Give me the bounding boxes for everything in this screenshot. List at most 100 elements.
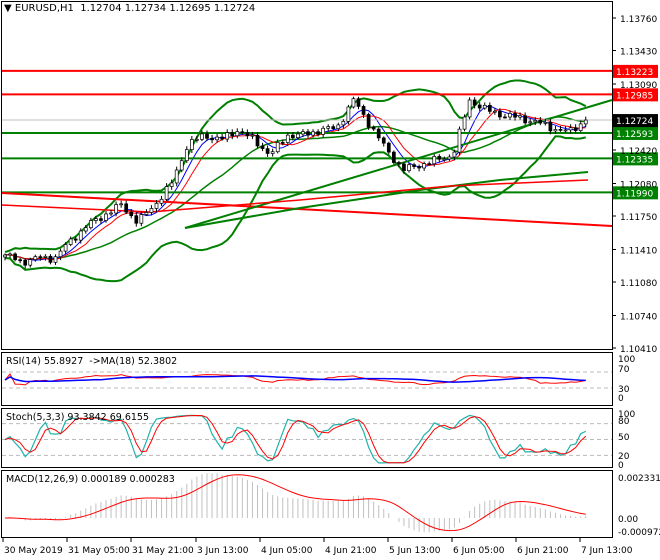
bull-candle xyxy=(462,116,467,130)
bull-candle xyxy=(225,132,230,140)
bull-candle xyxy=(422,163,426,169)
bear-candle xyxy=(73,238,78,241)
bull-candle xyxy=(341,121,346,126)
current-price-tag-text: 1.12724 xyxy=(616,117,653,127)
price-tick-label: 1.11080 xyxy=(620,279,657,289)
bull-candle xyxy=(195,138,199,141)
bear-candle xyxy=(356,98,361,107)
price-tick-label: 1.11410 xyxy=(620,246,657,256)
bear-candle xyxy=(371,126,376,130)
macd-tick-label: 0.002331 xyxy=(618,474,660,484)
bear-candle xyxy=(210,137,214,141)
bull-candle xyxy=(174,169,179,184)
stoch-tick-label: 50 xyxy=(618,433,630,443)
bull-candle xyxy=(275,142,280,153)
bear-candle xyxy=(38,256,43,259)
bull-candle xyxy=(432,156,437,165)
price-level-tag-text: 1.11990 xyxy=(616,189,653,199)
macd-label: MACD(12,26,9) 0.000189 0.000283 xyxy=(6,474,175,485)
bear-candle xyxy=(513,113,517,118)
bull-candle xyxy=(563,129,568,132)
stoch-tick-label: 0 xyxy=(618,461,624,471)
bull-candle xyxy=(285,134,290,143)
bull-candle xyxy=(568,127,573,131)
bull-candle xyxy=(83,227,88,232)
bull-candle xyxy=(119,203,124,206)
bear-candle xyxy=(48,255,53,263)
bear-candle xyxy=(402,163,406,172)
price-tick-label: 1.13090 xyxy=(620,81,657,91)
bull-candle xyxy=(184,149,189,162)
time-tick-label: 6 Jun 05:00 xyxy=(453,546,505,556)
bear-candle xyxy=(392,151,396,163)
bull-candle xyxy=(543,122,548,124)
bull-candle xyxy=(270,151,275,154)
time-tick-label: 5 Jun 13:00 xyxy=(389,546,441,556)
bear-candle xyxy=(205,133,209,139)
price-level-tag-text: 1.12985 xyxy=(616,91,653,101)
time-tick-label: 3 Jun 13:00 xyxy=(197,546,249,556)
bull-candle xyxy=(139,214,144,224)
time-tick-label: 7 Jun 13:00 xyxy=(581,546,633,556)
bull-candle xyxy=(467,99,472,118)
bear-candle xyxy=(477,104,482,109)
bear-candle xyxy=(417,166,421,169)
bear-candle xyxy=(291,134,295,138)
bull-candle xyxy=(94,218,98,221)
dropdown-triangle-icon[interactable]: ▼ xyxy=(4,3,15,14)
price-tick-label: 1.13430 xyxy=(620,48,657,58)
rsi-label: RSI(14) 55.8927 ->MA(18) 52.3802 xyxy=(6,356,178,367)
bear-candle xyxy=(13,253,17,261)
bull-candle xyxy=(159,198,164,204)
bull-candle xyxy=(518,115,522,118)
bull-candle xyxy=(190,139,194,150)
ohlc-open: 1.12704 xyxy=(80,3,122,14)
bull-candle xyxy=(407,164,411,172)
bull-candle xyxy=(493,110,497,113)
bear-candle xyxy=(498,110,502,118)
bull-candle xyxy=(457,128,462,153)
bear-candle xyxy=(331,126,336,130)
bear-candle xyxy=(280,142,285,144)
bull-candle xyxy=(109,212,113,215)
bull-candle xyxy=(296,133,300,138)
bull-candle xyxy=(63,244,68,252)
price-level-tag-text: 1.13223 xyxy=(616,68,653,78)
bull-candle xyxy=(114,204,118,214)
bear-candle xyxy=(487,104,492,112)
bear-candle xyxy=(245,132,250,137)
bull-candle xyxy=(351,98,356,108)
time-tick-label: 31 May 21:00 xyxy=(132,546,194,556)
bear-candle xyxy=(548,122,553,132)
bear-candle xyxy=(255,134,260,147)
bear-candle xyxy=(230,132,235,137)
bull-candle xyxy=(553,129,558,132)
bull-candle xyxy=(311,131,315,136)
bull-candle xyxy=(447,156,452,160)
price-level-tag-text: 1.12593 xyxy=(616,130,653,140)
ohlc-low: 1.12695 xyxy=(169,3,211,14)
bear-candle xyxy=(503,116,507,119)
bull-candle xyxy=(3,254,7,258)
price-tick-label: 1.11750 xyxy=(620,213,657,223)
bull-candle xyxy=(326,126,331,129)
bull-candle xyxy=(442,158,447,161)
bear-candle xyxy=(129,211,134,217)
bear-candle xyxy=(220,136,224,140)
price-tick-label: 1.12080 xyxy=(620,180,657,190)
bull-candle xyxy=(33,256,38,260)
bear-candle xyxy=(361,106,366,115)
time-tick-label: 4 Jun 05:00 xyxy=(261,546,313,556)
ohlc-close: 1.12724 xyxy=(213,3,256,14)
bull-candle xyxy=(104,213,108,221)
bull-candle xyxy=(528,121,533,124)
rsi-tick-label: 70 xyxy=(618,365,630,375)
bear-candle xyxy=(538,120,543,124)
price-tick-label: 1.12420 xyxy=(620,147,657,157)
time-tick-label: 4 Jun 21:00 xyxy=(325,546,377,556)
bull-candle xyxy=(336,124,341,130)
price-tick-label: 1.10740 xyxy=(620,312,657,322)
bull-candle xyxy=(149,208,154,213)
long-ma-green xyxy=(184,171,589,229)
time-tick-label: 6 Jun 21:00 xyxy=(517,546,569,556)
